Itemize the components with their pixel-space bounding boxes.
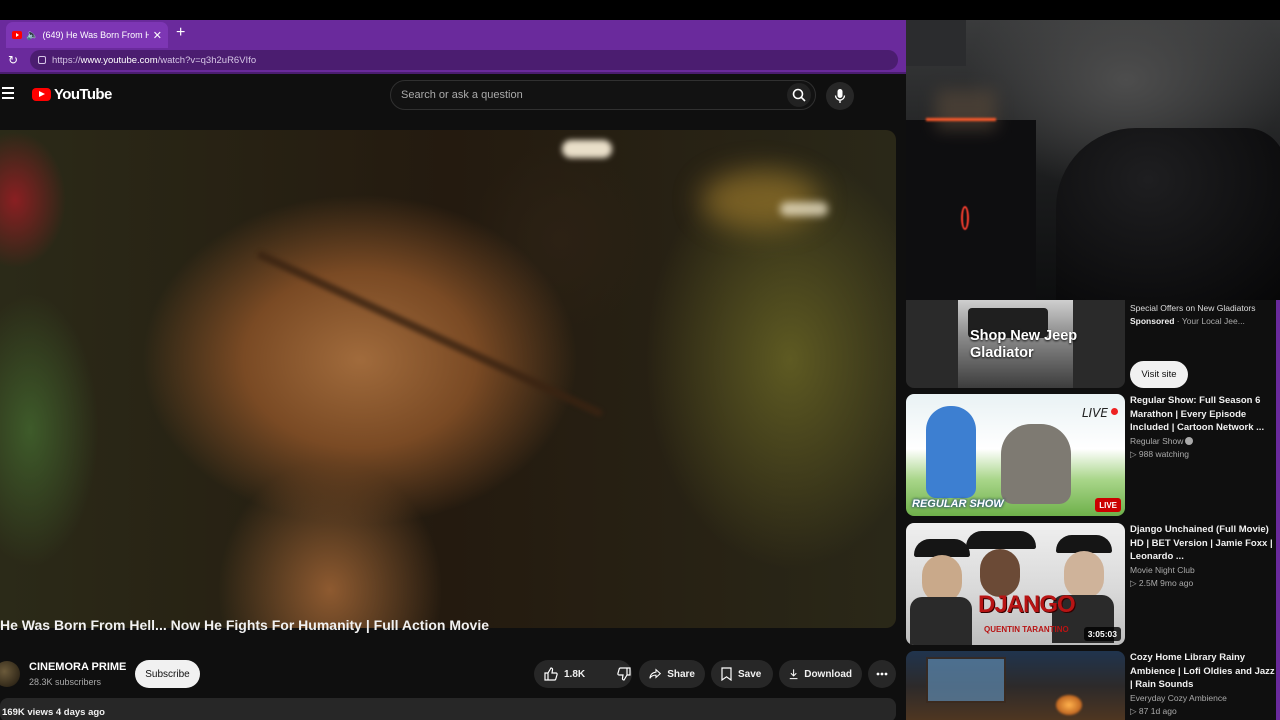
video-title: He Was Born From Hell... Now He Fights F… <box>0 617 490 633</box>
url-text: https://www.youtube.com/watch?v=q3h2uR6V… <box>52 54 257 66</box>
search-button[interactable] <box>787 83 811 107</box>
voice-search-button[interactable] <box>826 82 854 110</box>
live-dot-icon <box>1111 408 1118 415</box>
channel-avatar[interactable] <box>0 661 20 687</box>
thumbnail-credit-text: QUENTIN TARANTINO <box>984 625 1069 634</box>
visit-site-button[interactable]: Visit site <box>1130 361 1188 388</box>
save-label: Save <box>738 668 762 680</box>
subscriber-count: 28.3K subscribers <box>29 677 102 687</box>
thumbnail-title-text: DJANGO <box>978 591 1076 618</box>
ad-title[interactable]: Special Offers on New Gladiators <box>1130 302 1276 315</box>
video-meta: ▷ 2.5M 9mo ago <box>1130 577 1194 588</box>
list-item: Cozy Home Library Rainy Ambience | Lofi … <box>1130 651 1276 718</box>
video-title-link[interactable]: Regular Show: Full Season 6 Marathon | E… <box>1130 394 1276 435</box>
address-bar-row: ↻ https://www.youtube.com/watch?v=q3h2uR… <box>0 48 906 74</box>
more-actions-button[interactable] <box>868 660 896 688</box>
bookmark-icon <box>721 667 732 681</box>
youtube-header: YouTube Search or ask a question <box>0 74 906 114</box>
dislike-button[interactable] <box>607 660 641 688</box>
list-item: Regular Show: Full Season 6 Marathon | E… <box>1130 394 1276 461</box>
video-title-link[interactable]: Django Unchained (Full Movie) HD | BET V… <box>1130 523 1276 564</box>
share-label: Share <box>667 668 695 680</box>
search-placeholder: Search or ask a question <box>401 89 523 101</box>
video-meta: ▷ 988 watching <box>1130 448 1189 459</box>
top-strip <box>0 0 1280 20</box>
channel-line[interactable]: Everyday Cozy Ambience <box>1130 692 1276 705</box>
like-button[interactable]: 1.8K <box>534 660 595 688</box>
share-button[interactable]: Share <box>639 660 705 688</box>
views-and-date: 169K views 4 days ago <box>2 707 105 718</box>
ad-overlay-text: Shop New Jeep Gladiator <box>970 328 1078 361</box>
tab-active[interactable]: 🔈 (649) He Was Born From Hell ✕ <box>6 22 168 48</box>
video-thumbnail[interactable] <box>906 651 1125 720</box>
channel-name[interactable]: CINEMORA PRIME <box>29 661 126 673</box>
youtube-logo[interactable]: YouTube <box>32 86 112 103</box>
ad-thumbnail[interactable]: Shop New Jeep Gladiator <box>906 300 1125 388</box>
youtube-logo-icon <box>32 88 51 101</box>
download-button[interactable]: Download <box>779 660 862 688</box>
subscribe-button[interactable]: Subscribe <box>135 660 200 688</box>
tab-bar: 🔈 (649) He Was Born From Hell ✕ + <box>0 20 906 48</box>
search-input[interactable]: Search or ask a question <box>390 80 816 110</box>
microphone-icon <box>834 89 846 103</box>
download-icon <box>789 669 798 680</box>
youtube-logo-text: YouTube <box>54 86 112 103</box>
more-dots-icon <box>876 672 888 676</box>
window-edge <box>1276 300 1280 720</box>
video-thumbnail[interactable]: DJANGO QUENTIN TARANTINO 3:05:03 <box>906 523 1125 645</box>
video-thumbnail[interactable]: LIVE REGULAR SHOW LIVE <box>906 394 1125 516</box>
duration-badge: 3:05:03 <box>1083 627 1121 641</box>
channel-action-row: CINEMORA PRIME 28.3K subscribers Subscri… <box>0 658 896 692</box>
hamburger-menu-icon[interactable] <box>2 87 14 102</box>
description-box[interactable]: 169K views 4 days ago <box>0 698 896 720</box>
video-meta: ▷ 87 1d ago <box>1130 705 1177 716</box>
ad-sponsor-line: Sponsored · Your Local Jee... <box>1130 316 1245 326</box>
list-item: Django Unchained (Full Movie) HD | BET V… <box>1130 523 1276 590</box>
site-info-icon[interactable] <box>38 56 46 64</box>
thumbs-up-icon <box>544 667 558 681</box>
share-icon <box>649 668 662 679</box>
thumbnail-logo-text: REGULAR SHOW <box>912 498 1004 510</box>
save-button[interactable]: Save <box>711 660 773 688</box>
thumbs-down-icon <box>617 667 631 681</box>
reload-icon[interactable]: ↻ <box>8 53 22 67</box>
video-title-link[interactable]: Cozy Home Library Rainy Ambience | Lofi … <box>1130 651 1276 692</box>
video-player[interactable] <box>0 130 896 628</box>
youtube-favicon-icon <box>12 31 22 39</box>
like-count: 1.8K <box>564 668 586 680</box>
thumbnail-live-text: LIVE <box>1082 406 1109 420</box>
channel-line[interactable]: Regular Show <box>1130 435 1276 448</box>
recommendations-sidebar: Shop New Jeep Gladiator Special Offers o… <box>906 300 1280 720</box>
url-field[interactable]: https://www.youtube.com/watch?v=q3h2uR6V… <box>30 50 898 70</box>
browser-window: 🔈 (649) He Was Born From Hell ✕ + ↻ http… <box>0 20 906 720</box>
speaker-icon[interactable]: 🔈 <box>26 30 38 41</box>
channel-line[interactable]: Movie Night Club <box>1130 564 1276 577</box>
tab-title: (649) He Was Born From Hell <box>42 30 149 40</box>
live-badge: LIVE <box>1095 498 1121 512</box>
like-dislike-group: 1.8K <box>534 660 632 688</box>
search-icon <box>792 88 806 102</box>
webcam-overlay <box>906 20 1280 300</box>
tab-close-icon[interactable]: ✕ <box>153 29 162 42</box>
ad-details: Special Offers on New Gladiators Sponsor… <box>1130 302 1276 328</box>
new-tab-button[interactable]: + <box>176 24 185 42</box>
download-label: Download <box>804 668 852 680</box>
verified-icon <box>1185 436 1194 445</box>
